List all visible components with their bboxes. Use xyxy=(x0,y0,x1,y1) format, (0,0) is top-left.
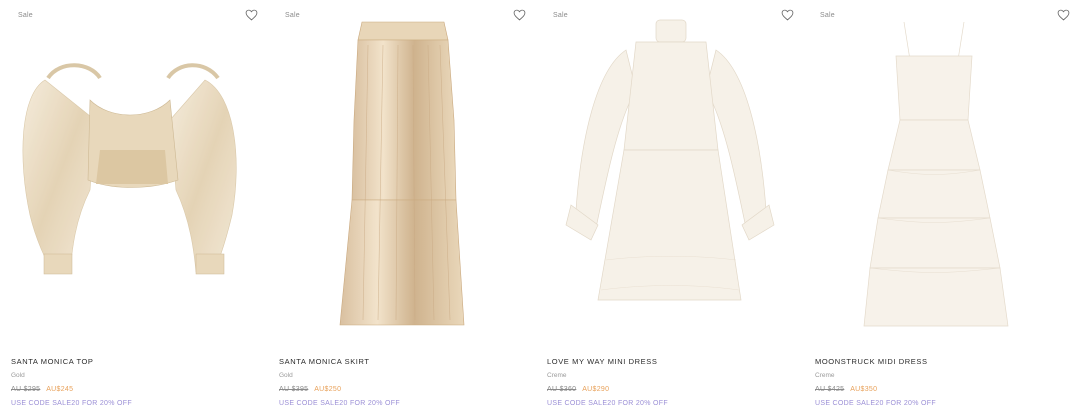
sale-price: AU$245 xyxy=(46,386,74,393)
heart-outline-icon[interactable] xyxy=(513,9,526,21)
original-price: AU $395 xyxy=(279,386,309,393)
product-prices: AU $425 AU$350 xyxy=(815,386,877,393)
product-image-santa-monica-top[interactable] xyxy=(0,0,268,340)
sale-price: AU$250 xyxy=(314,386,342,393)
product-name[interactable]: LOVE MY WAY MINI DRESS xyxy=(547,357,657,366)
product-name[interactable]: SANTA MONICA SKIRT xyxy=(279,357,370,366)
product-prices: AU $360 AU$290 xyxy=(547,386,609,393)
sale-price: AU$290 xyxy=(582,386,610,393)
product-image-santa-monica-skirt[interactable] xyxy=(268,0,536,340)
product-image-wrap[interactable] xyxy=(268,0,536,340)
product-grid: Sale SANTA MONICA TOP Gold AU $295 AU$24… xyxy=(0,0,1080,418)
sale-price: AU$350 xyxy=(850,386,878,393)
product-name[interactable]: SANTA MONICA TOP xyxy=(11,357,94,366)
product-card[interactable]: Sale SANTA MONICA SKIRT Gold AU $395 AU$… xyxy=(268,0,536,418)
product-image-love-my-way-mini-dress[interactable] xyxy=(536,0,804,340)
sale-badge: Sale xyxy=(553,12,568,19)
sale-badge: Sale xyxy=(285,12,300,19)
product-prices: AU $295 AU$245 xyxy=(11,386,73,393)
promo-code-text: USE CODE SALE20 FOR 20% OFF xyxy=(815,400,936,407)
sale-badge: Sale xyxy=(18,12,33,19)
original-price: AU $425 xyxy=(815,386,845,393)
sale-badge: Sale xyxy=(820,12,835,19)
original-price: AU $295 xyxy=(11,386,41,393)
product-image-wrap[interactable] xyxy=(804,0,1080,340)
original-price: AU $360 xyxy=(547,386,577,393)
product-color: Gold xyxy=(279,372,293,379)
product-color: Gold xyxy=(11,372,25,379)
product-image-wrap[interactable] xyxy=(536,0,804,340)
product-prices: AU $395 AU$250 xyxy=(279,386,341,393)
product-card[interactable]: Sale LOVE MY WAY MINI DRESS Creme AU $36… xyxy=(536,0,804,418)
product-image-wrap[interactable] xyxy=(0,0,268,340)
product-color: Creme xyxy=(815,372,835,379)
product-card[interactable]: Sale SANTA MONICA TOP Gold AU $295 AU$24… xyxy=(0,0,268,418)
promo-code-text: USE CODE SALE20 FOR 20% OFF xyxy=(547,400,668,407)
product-name[interactable]: MOONSTRUCK MIDI DRESS xyxy=(815,357,928,366)
promo-code-text: USE CODE SALE20 FOR 20% OFF xyxy=(11,400,132,407)
product-color: Creme xyxy=(547,372,567,379)
product-card[interactable]: Sale MOONSTRUCK MIDI DRESS Creme AU $425… xyxy=(804,0,1080,418)
heart-outline-icon[interactable] xyxy=(245,9,258,21)
promo-code-text: USE CODE SALE20 FOR 20% OFF xyxy=(279,400,400,407)
product-image-moonstruck-midi-dress[interactable] xyxy=(804,0,1080,340)
heart-outline-icon[interactable] xyxy=(781,9,794,21)
heart-outline-icon[interactable] xyxy=(1057,9,1070,21)
